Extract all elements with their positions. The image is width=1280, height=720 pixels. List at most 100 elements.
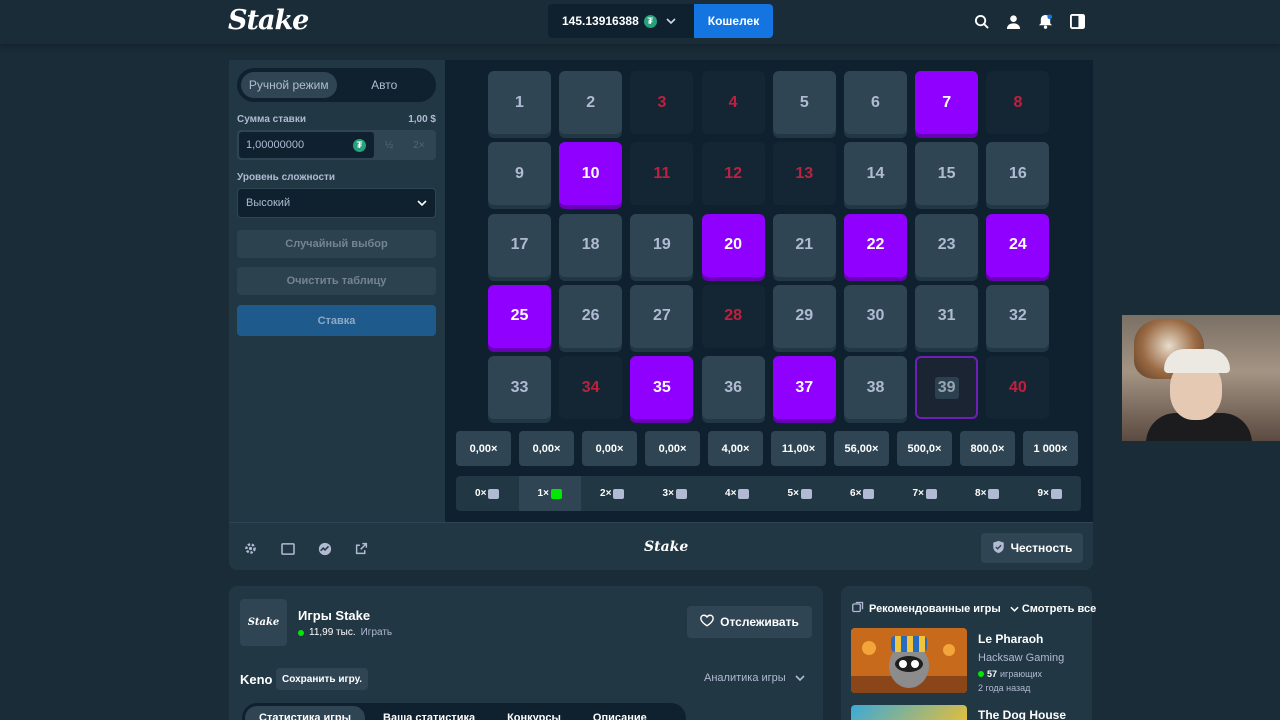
live-stats-icon[interactable] (317, 541, 332, 556)
payout-multiplier: 800,0× (960, 431, 1015, 466)
bet-sidebar: Ручной режим Авто Сумма ставки 1,00 $ 1,… (229, 60, 444, 522)
chat-sidebar-icon[interactable] (1068, 12, 1086, 30)
keno-tile[interactable]: 23 (915, 213, 979, 277)
keno-tile[interactable]: 38 (844, 356, 907, 420)
keno-tile[interactable]: 2 (559, 71, 623, 134)
keno-tile[interactable]: 36 (701, 356, 765, 420)
keno-tile[interactable]: 15 (915, 142, 979, 206)
rec-game-title[interactable]: Le Pharaoh (978, 632, 1043, 646)
keno-tile[interactable]: 9 (488, 142, 551, 206)
wallet-button[interactable]: Кошелек (694, 4, 773, 38)
keno-tile[interactable]: 3 (630, 71, 694, 134)
keno-tile[interactable]: 34 (559, 356, 623, 420)
payout-multiplier: 1 000× (1023, 431, 1078, 466)
hit-count-label: 2× (600, 488, 612, 499)
settings-gear-icon[interactable] (243, 541, 258, 556)
rec-game-provider[interactable]: Hacksaw Gaming (978, 652, 1064, 664)
tile-number: 36 (724, 378, 742, 396)
keno-tile[interactable]: 26 (559, 284, 623, 348)
difficulty-select[interactable]: Высокий (237, 188, 436, 218)
info-tab[interactable]: Ваша статистика (369, 706, 489, 720)
tile-number: 30 (866, 307, 885, 325)
save-game-button[interactable]: Сохранить игру. (276, 668, 369, 690)
grey-gem-icon (863, 488, 875, 499)
game-analytics-dropdown[interactable]: Аналитика игры (704, 672, 805, 684)
notification-bell-icon[interactable] (1036, 12, 1054, 30)
play-link[interactable]: Играть (361, 627, 393, 638)
rec-players-suffix: играющих (1000, 669, 1043, 679)
keno-tile[interactable]: 4 (701, 71, 765, 134)
tile-number: 18 (581, 236, 600, 254)
popout-icon[interactable] (354, 541, 369, 556)
balance-dropdown[interactable]: 145.13916388 ₮ (548, 4, 694, 38)
follow-button[interactable]: Отслеживать (687, 606, 812, 638)
see-all-link[interactable]: Смотреть все (1010, 603, 1096, 615)
game-tools (243, 541, 369, 556)
grey-gem-icon (613, 488, 625, 499)
rec-players-count: 57 (987, 669, 998, 679)
keno-tile[interactable]: 31 (915, 284, 979, 348)
difficulty-label-row: Уровень сложности (237, 172, 436, 183)
keno-tile[interactable]: 13 (772, 142, 836, 206)
keno-tile[interactable]: 24 (986, 213, 1050, 277)
keno-tile[interactable]: 22 (844, 213, 907, 277)
search-icon[interactable] (972, 12, 990, 30)
fairness-button[interactable]: Честность (981, 533, 1083, 563)
keno-tile[interactable]: 30 (844, 284, 907, 348)
random-pick-button[interactable]: Случайный выбор (237, 230, 436, 258)
info-tab[interactable]: Конкурсы (493, 706, 575, 720)
tab-auto-mode[interactable]: Авто (337, 72, 433, 98)
keno-tile[interactable]: 19 (630, 213, 694, 277)
fairness-label: Честность (1010, 541, 1073, 555)
keno-tile[interactable]: 17 (488, 213, 551, 277)
keno-tile[interactable]: 8 (986, 71, 1050, 134)
le-pharaoh-thumbnail[interactable] (851, 628, 967, 693)
bet-amount-input[interactable]: 1,00000000 ₮ (239, 132, 374, 158)
games-grid-icon (852, 601, 864, 616)
info-tab[interactable]: Описание (579, 706, 661, 720)
keno-tile[interactable]: 14 (844, 142, 907, 206)
tile-number: 25 (510, 307, 529, 325)
keno-tile[interactable]: 11 (630, 142, 694, 206)
provider-name[interactable]: Игры Stake (298, 608, 370, 623)
clear-table-button[interactable]: Очистить таблицу (237, 267, 436, 295)
half-bet-button[interactable]: ½ (374, 132, 404, 158)
keno-tile[interactable]: 12 (701, 142, 765, 206)
dog-house-thumbnail[interactable] (851, 705, 967, 720)
rec-game-title[interactable]: The Dog House (978, 708, 1066, 720)
hit-count-label: 8× (975, 488, 987, 499)
bet-button[interactable]: Ставка (237, 305, 436, 336)
hit-count-label: 3× (662, 488, 674, 499)
payout-multiplier: 11,00× (771, 431, 826, 466)
keno-tile[interactable]: 28 (701, 284, 765, 348)
keno-tile[interactable]: 39 (915, 356, 979, 420)
keno-tile[interactable]: 40 (986, 356, 1050, 420)
online-dot-icon (978, 671, 984, 677)
keno-tile[interactable]: 27 (630, 284, 694, 348)
keno-tile[interactable]: 21 (772, 213, 836, 277)
keno-tile[interactable]: 5 (772, 71, 836, 134)
keno-tile[interactable]: 7 (915, 71, 979, 134)
keno-tile[interactable]: 1 (488, 71, 551, 134)
double-bet-button[interactable]: 2× (404, 132, 434, 158)
keno-tile[interactable]: 6 (844, 71, 907, 134)
keno-tile[interactable]: 20 (701, 213, 765, 277)
keno-tile[interactable]: 37 (772, 356, 836, 420)
info-tab[interactable]: Статистика игры (245, 706, 366, 720)
keno-tile[interactable]: 16 (986, 142, 1050, 206)
keno-tile[interactable]: 18 (559, 213, 623, 277)
stake-logo[interactable]: Stake (228, 5, 309, 36)
keno-tile[interactable]: 32 (986, 284, 1050, 348)
keno-tile[interactable]: 29 (772, 284, 836, 348)
rec-game-players: 57 играющих (978, 669, 1042, 679)
tab-manual-mode[interactable]: Ручной режим (241, 72, 337, 98)
hit-count-label: 0× (475, 488, 487, 499)
keno-tile[interactable]: 33 (488, 356, 551, 420)
payout-multiplier: 0,00× (456, 431, 511, 466)
keno-tile[interactable]: 35 (630, 356, 694, 420)
keno-tile[interactable]: 25 (488, 284, 551, 348)
user-icon[interactable] (1004, 12, 1022, 30)
theatre-mode-icon[interactable] (280, 541, 295, 556)
keno-tile[interactable]: 10 (559, 142, 623, 206)
provider-logo[interactable]: Stake (240, 599, 287, 646)
